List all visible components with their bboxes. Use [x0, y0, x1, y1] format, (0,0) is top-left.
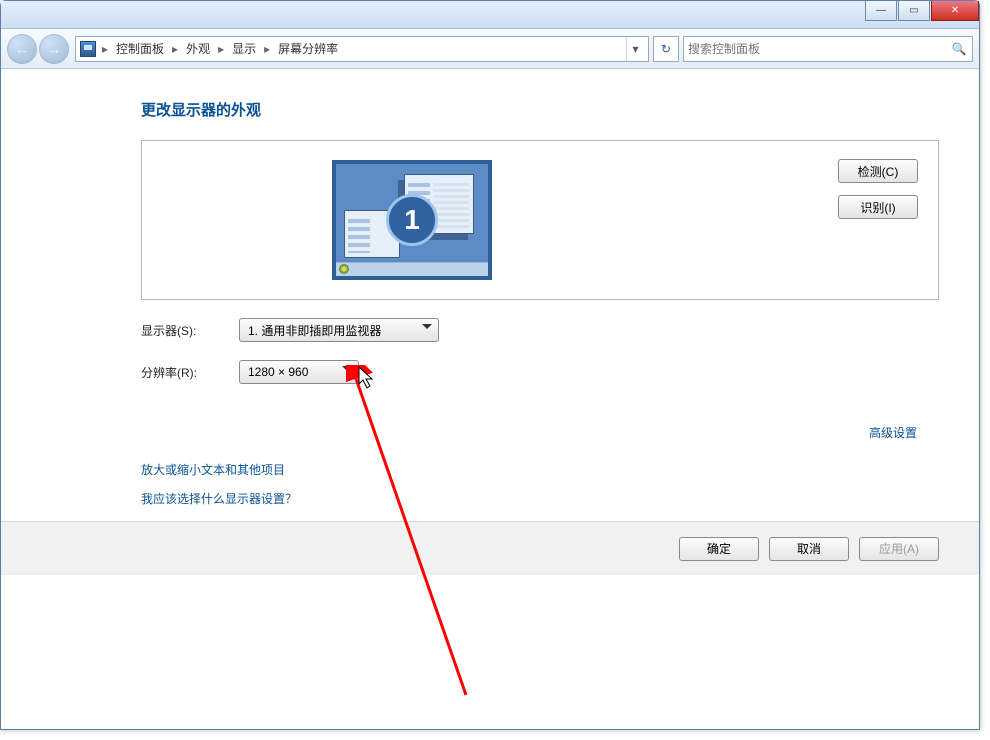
- monitor-preview-box: 1 检测(C) 识别(I): [141, 140, 939, 300]
- breadcrumb-item[interactable]: 屏幕分辨率: [276, 40, 340, 57]
- bottom-button-bar: 确定 取消 应用(A): [1, 521, 979, 575]
- back-button[interactable]: ←: [7, 34, 37, 64]
- breadcrumb-sep: ▸: [216, 42, 226, 56]
- display-dropdown-value: 1. 通用非即插即用监视器: [248, 322, 381, 339]
- maximize-button[interactable]: ▭: [898, 1, 930, 21]
- advanced-settings-link[interactable]: 高级设置: [869, 424, 917, 441]
- breadcrumb-item[interactable]: 控制面板: [114, 40, 166, 57]
- nav-row: ← → ▸ 控制面板 ▸ 外观 ▸ 显示 ▸ 屏幕分辨率 ▾ ↻ 🔍: [1, 29, 979, 69]
- page-title: 更改显示器的外观: [141, 99, 939, 120]
- forward-button[interactable]: →: [39, 34, 69, 64]
- start-button-icon: [339, 264, 349, 274]
- cancel-button[interactable]: 取消: [769, 537, 849, 561]
- resolution-label: 分辨率(R):: [141, 364, 229, 381]
- display-dropdown[interactable]: 1. 通用非即插即用监视器: [239, 318, 439, 342]
- breadcrumb-item[interactable]: 外观: [184, 40, 212, 57]
- address-bar[interactable]: ▸ 控制面板 ▸ 外观 ▸ 显示 ▸ 屏幕分辨率 ▾: [75, 36, 649, 62]
- ok-button[interactable]: 确定: [679, 537, 759, 561]
- what-settings-link[interactable]: 我应该选择什么显示器设置？: [141, 490, 939, 507]
- monitor-side-buttons: 检测(C) 识别(I): [838, 159, 918, 219]
- text-size-link[interactable]: 放大或缩小文本和其他项目: [141, 461, 939, 478]
- display-label: 显示器(S):: [141, 322, 229, 339]
- chevron-down-icon: [342, 366, 352, 376]
- display-row: 显示器(S): 1. 通用非即插即用监视器: [141, 318, 939, 342]
- breadcrumb-item[interactable]: 显示: [230, 40, 258, 57]
- monitor-number-badge: 1: [386, 194, 438, 246]
- nav-back-forward: ← →: [7, 34, 71, 64]
- resolution-dropdown[interactable]: 1280 × 960: [239, 360, 359, 384]
- taskbar-icon: [336, 262, 488, 276]
- address-dropdown-icon[interactable]: ▾: [626, 37, 644, 61]
- breadcrumb-sep: ▸: [100, 42, 110, 56]
- breadcrumb-sep: ▸: [170, 42, 180, 56]
- close-button[interactable]: ✕: [931, 1, 979, 21]
- chevron-down-icon: [422, 324, 432, 334]
- search-box[interactable]: 🔍: [683, 36, 973, 62]
- advanced-row: 高级设置: [141, 424, 917, 441]
- monitor-icon: [80, 41, 96, 57]
- refresh-button[interactable]: ↻: [653, 36, 679, 62]
- minimize-button[interactable]: —: [865, 1, 897, 21]
- window: — ▭ ✕ ← → ▸ 控制面板 ▸ 外观 ▸ 显示 ▸ 屏幕分辨率 ▾ ↻ 🔍…: [0, 0, 980, 730]
- search-icon[interactable]: 🔍: [950, 42, 968, 56]
- resolution-dropdown-value: 1280 × 960: [248, 365, 308, 379]
- monitor-thumbnail[interactable]: 1: [332, 160, 492, 280]
- content-area: 更改显示器的外观 1 检测(C) 识别(I) 显示器(S):: [1, 69, 979, 527]
- help-links: 放大或缩小文本和其他项目 我应该选择什么显示器设置？: [141, 461, 939, 507]
- identify-button[interactable]: 识别(I): [838, 195, 918, 219]
- titlebar: — ▭ ✕: [1, 1, 979, 29]
- breadcrumb-sep: ▸: [262, 42, 272, 56]
- detect-button[interactable]: 检测(C): [838, 159, 918, 183]
- search-input[interactable]: [688, 42, 950, 56]
- resolution-row: 分辨率(R): 1280 × 960: [141, 360, 939, 384]
- apply-button[interactable]: 应用(A): [859, 537, 939, 561]
